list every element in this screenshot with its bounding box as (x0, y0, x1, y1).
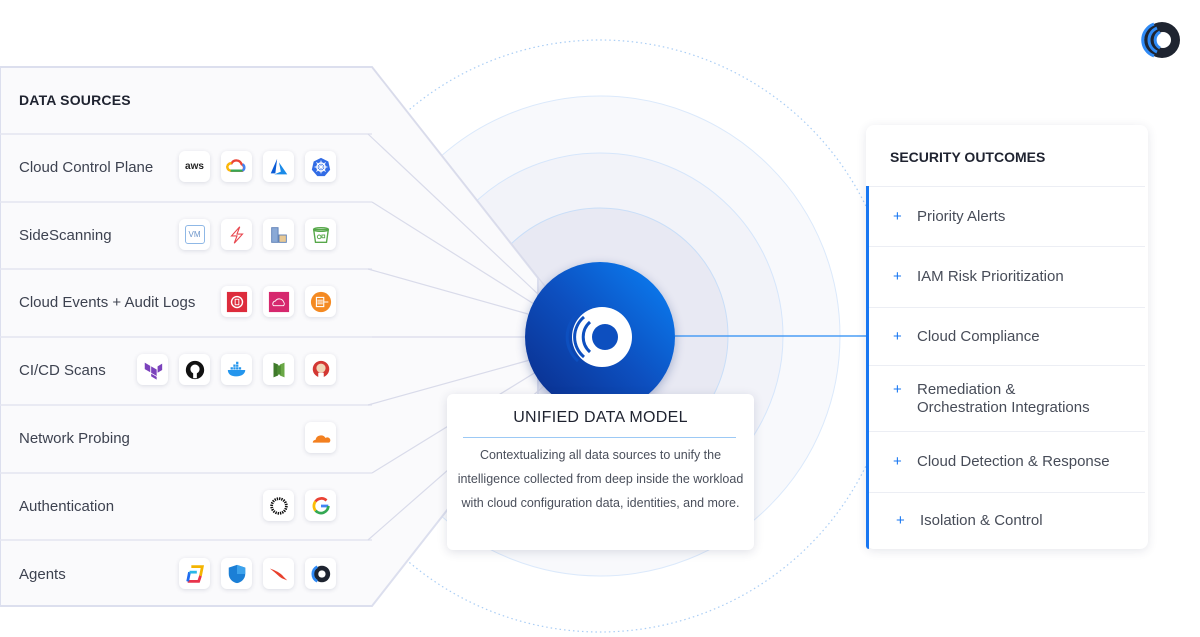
data-source-row-agents[interactable]: Agents (0, 542, 380, 608)
container-icon (263, 219, 294, 250)
outcome-label: Priority Alerts (917, 208, 1006, 225)
data-source-row-authentication[interactable]: Authentication (0, 474, 380, 540)
data-source-row-cloud-control-plane[interactable]: Cloud Control Plane aws (0, 135, 380, 201)
data-source-row-network-probing[interactable]: Network Probing (0, 406, 380, 472)
cloudflare-icon (305, 422, 336, 453)
kubernetes-icon (305, 151, 336, 182)
data-source-label: CI/CD Scans (19, 362, 106, 379)
serverless-icon (221, 219, 252, 250)
vm-icon: VM (179, 219, 210, 250)
data-source-row-cloud-events[interactable]: Cloud Events + Audit Logs (0, 270, 380, 336)
docker-icon (221, 354, 252, 385)
data-source-label: Authentication (19, 498, 115, 515)
plus-icon: + (893, 453, 902, 470)
outcome-item-cloud-detection[interactable]: + Cloud Detection & Response (869, 431, 1145, 493)
unified-data-model-title: UNIFIED DATA MODEL (513, 409, 688, 426)
data-source-row-sidescanning[interactable]: SideScanning VM (0, 203, 380, 269)
brand-logo-icon (1141, 22, 1180, 58)
outcome-label: Cloud Compliance (917, 328, 1040, 345)
security-outcomes-title: SECURITY OUTCOMES (890, 149, 1046, 165)
okta-icon (263, 490, 294, 521)
google-icon (305, 490, 336, 521)
data-source-label: Cloud Control Plane (19, 159, 154, 176)
title-divider (463, 437, 736, 438)
jenkins-icon (305, 354, 336, 385)
orca-agent-icon (305, 558, 336, 589)
outcome-item-priority-alerts[interactable]: + Priority Alerts (869, 186, 1145, 247)
plus-icon: + (893, 381, 902, 398)
aws-icon: aws (179, 151, 210, 182)
defender-icon (221, 558, 252, 589)
plus-icon: + (896, 512, 905, 529)
github-icon (179, 354, 210, 385)
plus-icon: + (893, 268, 902, 285)
storage-bucket-icon (305, 219, 336, 250)
data-source-label: Cloud Events + Audit Logs (19, 294, 196, 311)
vm-text: VM (184, 225, 205, 244)
outcome-label: Isolation & Control (920, 512, 1043, 529)
security-outcomes-card: SECURITY OUTCOMES + Priority Alerts + IA… (866, 125, 1148, 549)
outcome-label: IAM Risk Prioritization (917, 268, 1064, 285)
codecommit-icon (263, 354, 294, 385)
aws-text: aws (185, 160, 204, 172)
data-source-label: Network Probing (19, 430, 130, 447)
unified-data-model-logo (525, 262, 675, 412)
cloudtrail-icon (221, 286, 252, 317)
unified-data-model-card: UNIFIED DATA MODEL Contextualizing all d… (447, 394, 754, 550)
outcome-item-iam-risk[interactable]: + IAM Risk Prioritization (869, 246, 1145, 307)
outcome-item-isolation[interactable]: + Isolation & Control (869, 492, 1145, 550)
sentinelone-icon (179, 558, 210, 589)
terraform-icon (137, 354, 168, 385)
plus-icon: + (893, 328, 902, 345)
unified-data-model-description: Contextualizing all data sources to unif… (457, 448, 744, 510)
log-stream-icon (305, 286, 336, 317)
azure-icon (263, 151, 294, 182)
brand-logo-icon (565, 307, 632, 367)
outcome-label: Remediation & Orchestration Integrations (917, 381, 1090, 416)
outcome-label: Cloud Detection & Response (917, 453, 1110, 470)
data-source-row-cicd-scans[interactable]: CI/CD Scans (0, 338, 380, 404)
outcome-item-cloud-compliance[interactable]: + Cloud Compliance (869, 307, 1145, 366)
outcome-item-remediation[interactable]: + Remediation & Orchestration Integratio… (869, 365, 1145, 432)
plus-icon: + (893, 208, 902, 225)
data-source-label: Agents (19, 566, 66, 583)
google-cloud-icon (221, 151, 252, 182)
data-source-label: SideScanning (19, 227, 112, 244)
crowdstrike-icon (263, 558, 294, 589)
cloudwatch-icon (263, 286, 294, 317)
data-sources-title: DATA SOURCES (19, 92, 131, 108)
